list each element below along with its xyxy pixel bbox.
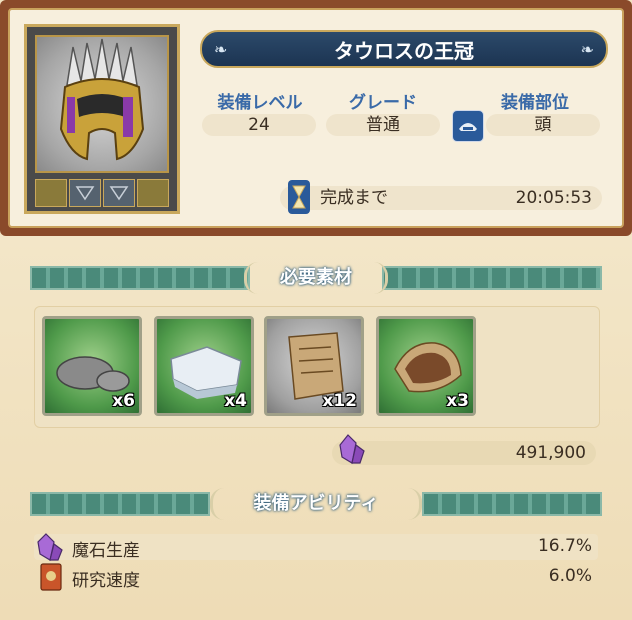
ability-value: 16.7% bbox=[537, 536, 592, 556]
magicite-crystal-icon bbox=[336, 433, 366, 471]
ability-name: 研究速度 bbox=[72, 571, 140, 591]
material-slot-3[interactable]: x12 bbox=[264, 316, 364, 416]
research-book-icon bbox=[38, 562, 64, 596]
slot-label: 装備部位 bbox=[501, 93, 569, 113]
header-band-left bbox=[30, 266, 250, 290]
grade-label: グレード bbox=[349, 93, 417, 113]
helmet-slot-icon bbox=[452, 110, 484, 142]
material-qty: x12 bbox=[322, 391, 357, 411]
socket-row bbox=[35, 179, 169, 207]
header-band-right bbox=[422, 492, 602, 516]
socket-empty bbox=[137, 179, 169, 207]
socket-filled bbox=[69, 179, 101, 207]
socket-filled bbox=[103, 179, 135, 207]
materials-header: 必要素材 bbox=[30, 262, 602, 294]
header-band-left bbox=[30, 492, 210, 516]
materials-title: 必要素材 bbox=[244, 262, 388, 294]
item-name: タウロスの王冠 bbox=[334, 38, 474, 63]
material-slot-1[interactable]: x6 bbox=[42, 316, 142, 416]
item-detail-panel: ❧ タウロスの王冠 ❧ 装備レベル 24 グレード 普通 装備部位 頭 完成まで… bbox=[0, 0, 632, 236]
item-name-banner: ❧ タウロスの王冠 ❧ bbox=[200, 30, 608, 68]
left-ornament-icon: ❧ bbox=[214, 40, 228, 59]
level-value: 24 bbox=[202, 114, 316, 136]
item-icon-frame[interactable] bbox=[24, 24, 180, 214]
material-qty: x6 bbox=[112, 391, 135, 411]
completion-timer-bar: 完成まで 20:05:53 bbox=[280, 180, 602, 214]
material-qty: x4 bbox=[224, 391, 247, 411]
magicite-crystal-icon bbox=[36, 532, 66, 566]
slot-value: 頭 bbox=[486, 114, 600, 136]
socket-empty bbox=[35, 179, 67, 207]
abilities-header: 装備アビリティ bbox=[30, 488, 602, 520]
ability-row: 魔石生産 16.7% bbox=[34, 533, 598, 561]
abilities-title: 装備アビリティ bbox=[210, 488, 422, 520]
ability-value: 6.0% bbox=[548, 566, 592, 586]
material-qty: x3 bbox=[446, 391, 469, 411]
level-label: 装備レベル bbox=[217, 93, 303, 113]
material-slot-2[interactable]: x4 bbox=[154, 316, 254, 416]
completion-label: 完成まで bbox=[320, 188, 388, 208]
cost-bar: 491,900 bbox=[332, 434, 596, 465]
crowned-helmet-icon bbox=[35, 35, 169, 173]
hourglass-icon bbox=[288, 180, 310, 214]
ability-row: 研究速度 6.0% bbox=[34, 563, 598, 591]
material-slot-4[interactable]: x3 bbox=[376, 316, 476, 416]
right-ornament-icon: ❧ bbox=[580, 40, 594, 59]
cost-value: 491,900 bbox=[515, 443, 586, 463]
header-band-right bbox=[382, 266, 602, 290]
grade-value: 普通 bbox=[326, 114, 440, 136]
ability-name: 魔石生産 bbox=[72, 541, 140, 561]
completion-time: 20:05:53 bbox=[515, 188, 592, 208]
